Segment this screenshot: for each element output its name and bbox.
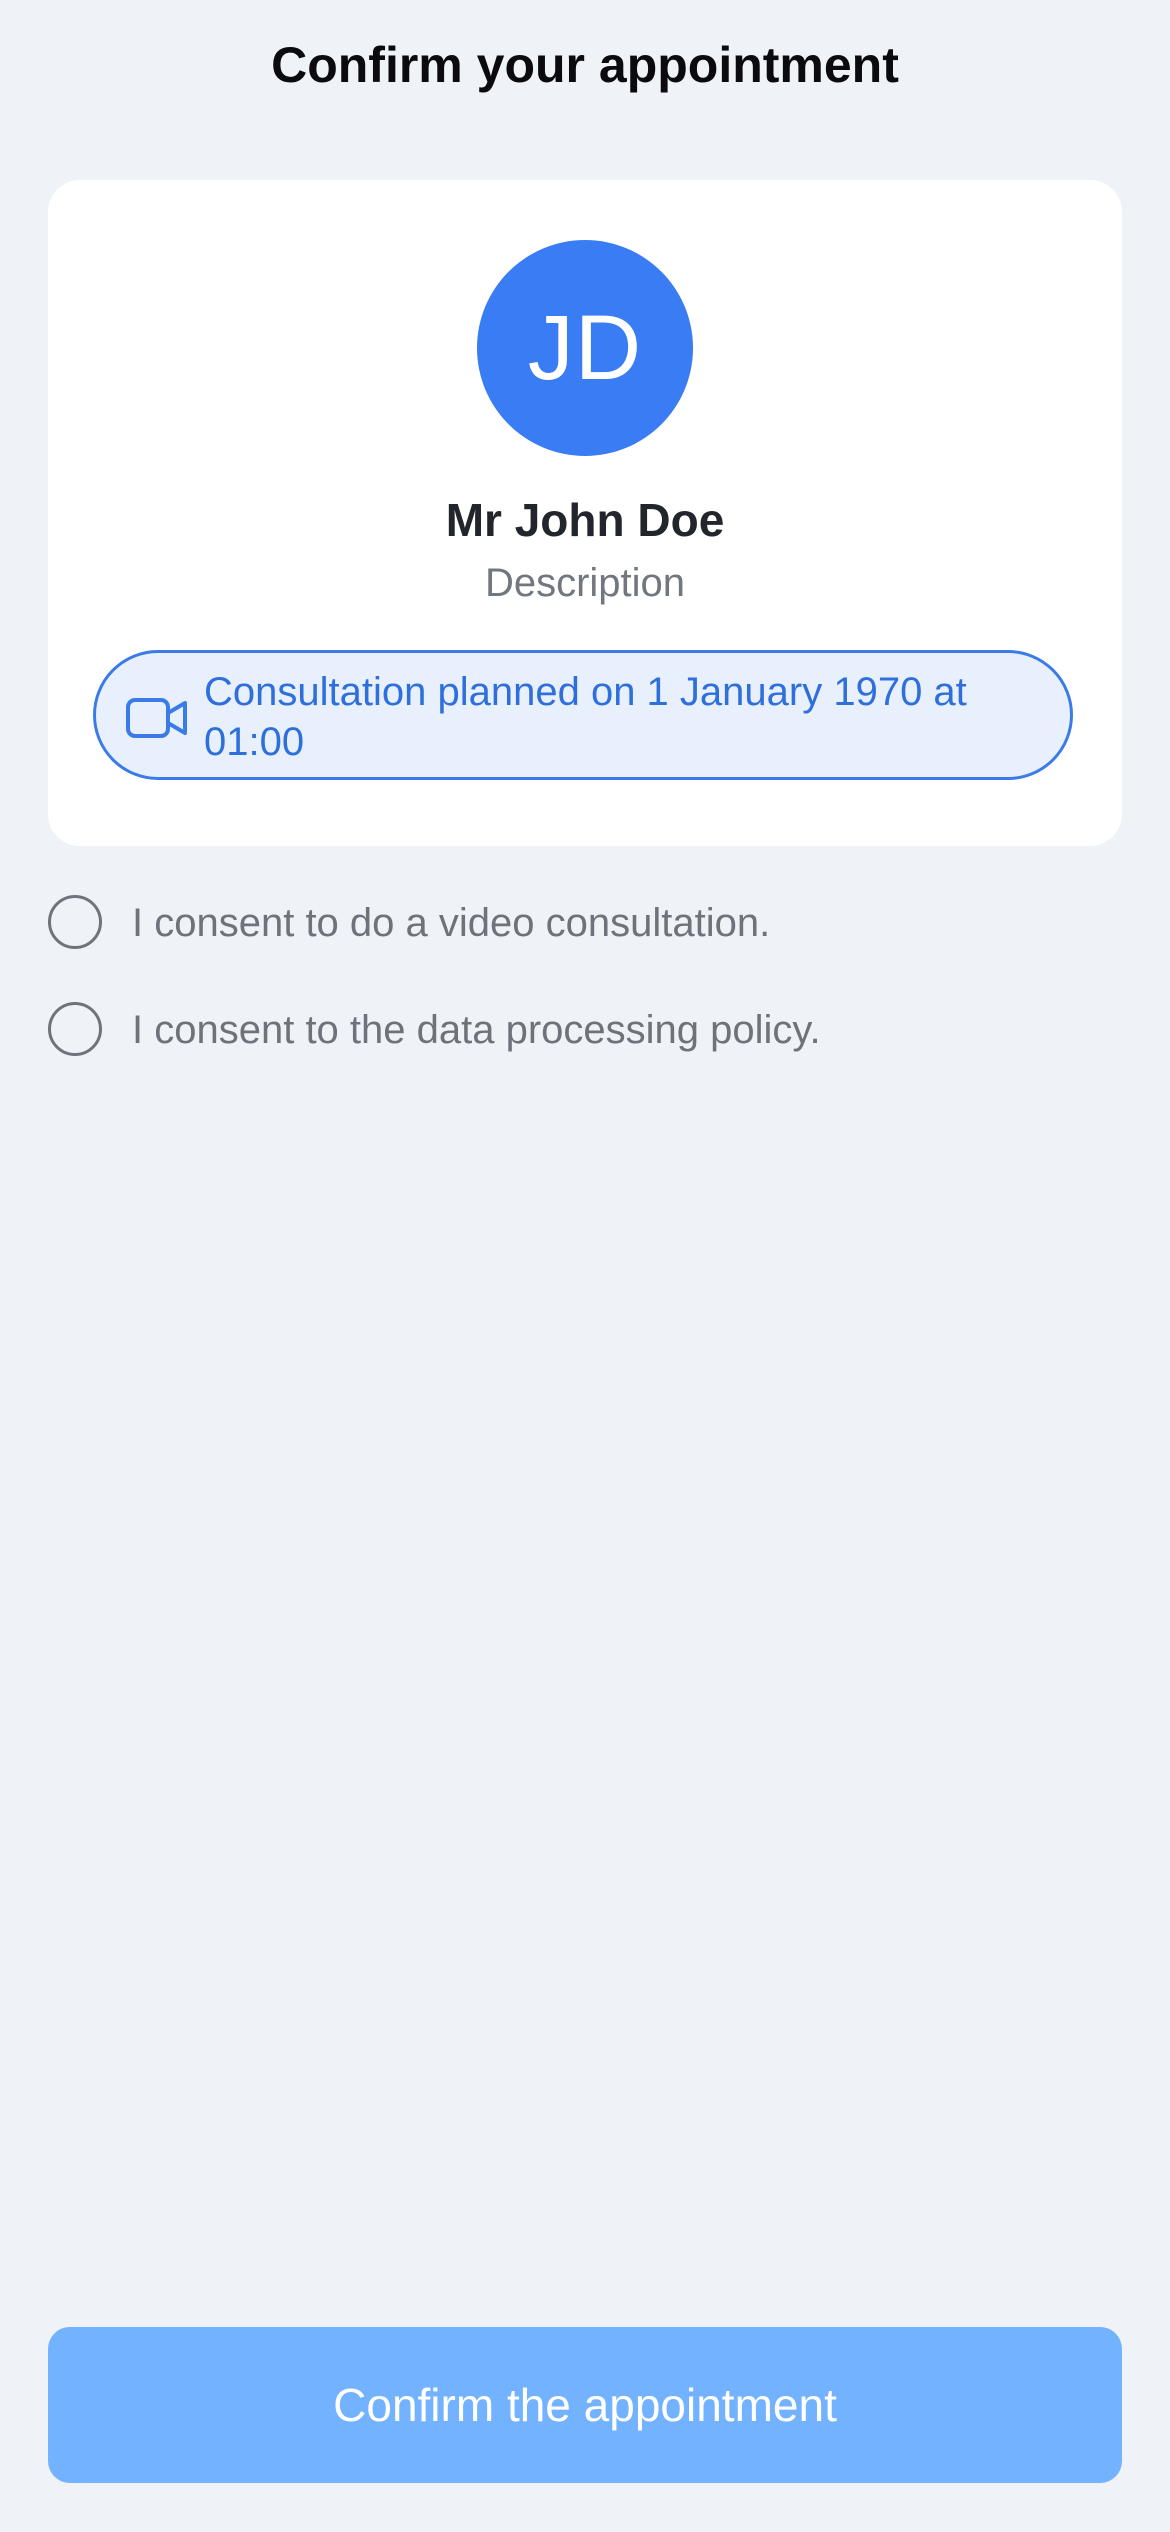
doctor-name: Mr John Doe bbox=[445, 494, 725, 546]
consultation-text: Consultation planned on 1 January 1970 a… bbox=[204, 670, 967, 764]
consent-data-policy-radio[interactable] bbox=[48, 1002, 102, 1056]
confirm-appointment-button[interactable]: Confirm the appointment bbox=[48, 2327, 1122, 2483]
consent-video-radio[interactable] bbox=[48, 895, 102, 949]
consent-data-policy-label[interactable]: I consent to the data processing policy. bbox=[132, 999, 821, 1061]
doctor-description: Description bbox=[484, 561, 686, 605]
consent-data-policy-option[interactable]: I consent to the data processing policy. bbox=[48, 999, 1122, 1063]
consultation-badge: Consultation planned on 1 January 1970 a… bbox=[93, 650, 1073, 780]
consent-video-option[interactable]: I consent to do a video consultation. bbox=[48, 892, 1122, 956]
consent-video-label[interactable]: I consent to do a video consultation. bbox=[132, 892, 770, 954]
page-title: Confirm your appointment bbox=[271, 37, 899, 93]
doctor-card: JD Mr John Doe Description Consultation … bbox=[48, 180, 1122, 846]
video-camera-icon bbox=[126, 696, 188, 740]
avatar: JD bbox=[477, 240, 693, 456]
